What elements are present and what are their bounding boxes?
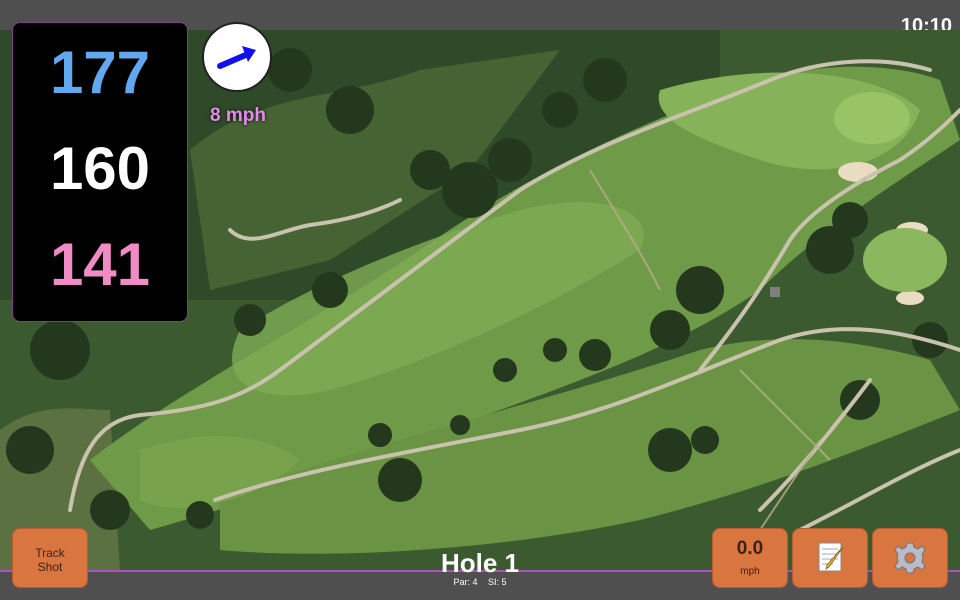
track-shot-button[interactable]: Track Shot bbox=[12, 528, 88, 588]
hole-title: Hole 1 bbox=[440, 548, 520, 578]
bunker bbox=[838, 162, 878, 182]
wind-speed: 8 mph bbox=[210, 105, 266, 126]
hole-stroke-index: SI: 5 bbox=[488, 577, 507, 587]
notes-button[interactable] bbox=[792, 528, 868, 588]
hole-meta: Par: 4 SI: 5 bbox=[400, 577, 560, 587]
cart-shed bbox=[770, 287, 780, 297]
settings-button[interactable] bbox=[872, 528, 948, 588]
back-of-green-distance: 177 bbox=[49, 39, 151, 106]
center-of-green-distance: 160 bbox=[49, 135, 151, 202]
speed-unit: mph bbox=[740, 566, 760, 577]
gear-icon bbox=[894, 542, 926, 574]
hole-par: Par: 4 bbox=[453, 577, 478, 587]
wind-direction-arrow-icon bbox=[217, 46, 256, 69]
notepad-pencil-icon bbox=[818, 542, 844, 572]
speed-button[interactable]: 0.0 mph bbox=[712, 528, 788, 588]
track-shot-label: Track Shot bbox=[35, 546, 65, 574]
putting-green bbox=[834, 92, 910, 144]
speed-value: 0.0 bbox=[736, 538, 764, 559]
wind-direction-indicator bbox=[202, 22, 272, 92]
distance-panel: 177 160 141 bbox=[12, 22, 188, 322]
front-of-green-distance: 141 bbox=[49, 231, 151, 298]
second-green bbox=[863, 228, 947, 292]
bunker bbox=[896, 291, 924, 305]
golf-gps-screen: 10:10 177 160 141 8 mph Track Shot Hole … bbox=[0, 0, 960, 600]
